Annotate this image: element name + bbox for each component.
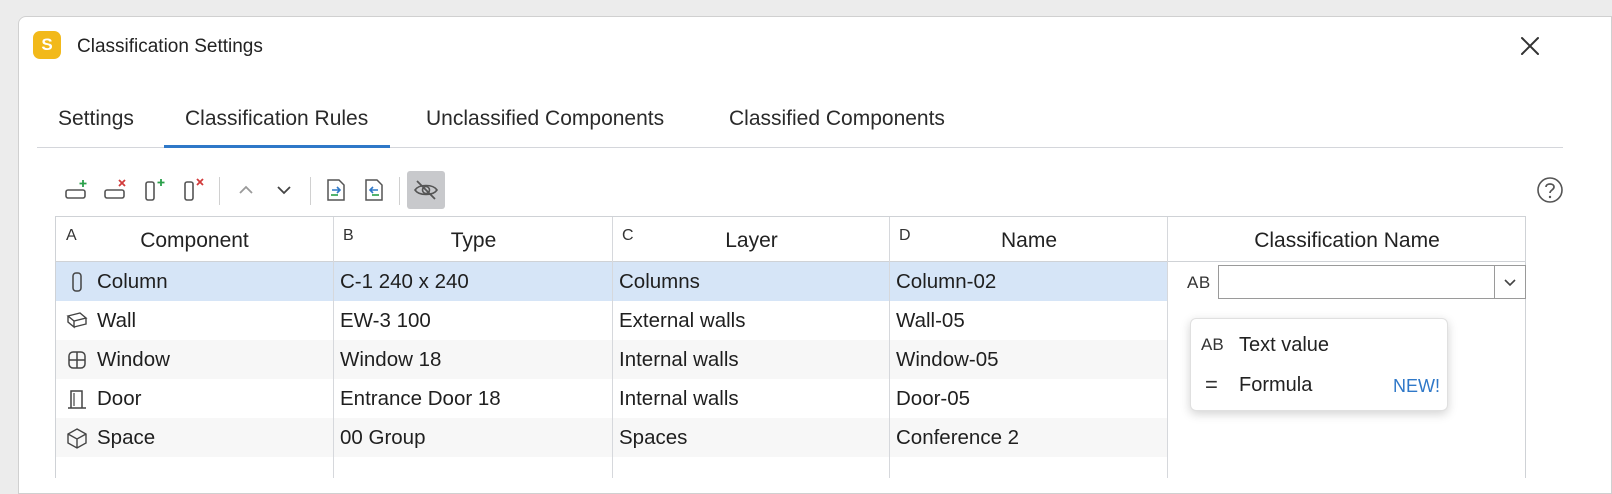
column-divider	[1167, 217, 1168, 478]
add-column-icon	[145, 179, 165, 201]
cell-component: Window	[97, 348, 170, 371]
toolbar-separator	[219, 177, 220, 205]
export-icon	[365, 179, 383, 201]
close-icon	[1521, 37, 1539, 55]
tab-bar: Settings Classification Rules Unclassifi…	[37, 99, 1563, 148]
cell-component: Space	[97, 426, 156, 449]
window-icon	[68, 351, 86, 369]
cell-name: Door-05	[896, 387, 971, 410]
help-icon	[1537, 177, 1563, 203]
table-header: A Component B Type C Layer D Name Classi…	[56, 217, 1525, 262]
hide-icon	[414, 180, 438, 200]
cell-layer: Internal walls	[619, 348, 739, 371]
export-button[interactable]	[355, 171, 393, 209]
move-up-icon	[239, 185, 253, 194]
wall-icon	[66, 312, 88, 329]
classification-type-dropdown-button[interactable]	[1494, 265, 1526, 299]
menu-item-formula[interactable]: = Formula NEW!	[1191, 365, 1447, 405]
menu-item-label: Text value	[1239, 334, 1330, 356]
new-badge: NEW!	[1393, 376, 1440, 396]
cell-layer: Columns	[619, 270, 700, 293]
app-logo-icon: S	[33, 31, 61, 59]
close-button[interactable]	[1515, 31, 1545, 61]
menu-item-text-value[interactable]: AB Text value	[1191, 325, 1447, 365]
toolbar-separator	[310, 177, 311, 205]
cell-name: Conference 2	[896, 426, 1020, 449]
tab-settings[interactable]: Settings	[58, 99, 134, 147]
toolbar	[55, 171, 1565, 211]
toolbar-separator	[399, 177, 400, 205]
cell-type: 00 Group	[340, 426, 426, 449]
hide-toggle-button[interactable]	[407, 171, 445, 209]
menu-item-label: Formula	[1239, 374, 1313, 396]
tab-classification-rules[interactable]: Classification Rules	[163, 99, 391, 148]
column-divider	[889, 217, 890, 478]
cell-layer: Internal walls	[619, 387, 739, 410]
delete-row-icon	[104, 179, 126, 199]
column-divider	[612, 217, 613, 478]
space-icon	[67, 428, 87, 449]
formula-icon: =	[1205, 372, 1218, 397]
title-bar: S Classification Settings	[19, 17, 1611, 77]
tab-unclassified-components[interactable]: Unclassified Components	[426, 99, 664, 147]
column-header-layer[interactable]: Layer	[613, 229, 890, 253]
add-row-icon	[65, 180, 87, 199]
add-column-button[interactable]	[136, 171, 174, 209]
text-value-icon: AB	[1201, 335, 1224, 354]
text-type-icon: AB	[1187, 273, 1211, 292]
chevron-down-icon	[1504, 279, 1516, 287]
cell-type: Entrance Door 18	[340, 387, 501, 410]
add-row-button[interactable]	[58, 171, 96, 209]
cell-type: C-1 240 x 240	[340, 270, 469, 293]
move-down-button[interactable]	[265, 171, 303, 209]
cell-type: Window 18	[340, 348, 442, 371]
column-header-type[interactable]: Type	[334, 229, 613, 253]
delete-column-button[interactable]	[175, 171, 213, 209]
cell-component: Wall	[97, 309, 137, 332]
column-header-classification-name[interactable]: Classification Name	[1168, 229, 1525, 253]
delete-row-button[interactable]	[97, 171, 135, 209]
dialog-title: Classification Settings	[77, 36, 263, 57]
column-divider	[333, 217, 334, 478]
column-header-name[interactable]: Name	[890, 229, 1168, 253]
delete-column-icon	[184, 178, 204, 201]
cell-layer: Spaces	[619, 426, 688, 449]
move-down-icon	[277, 186, 291, 195]
cell-name: Window-05	[896, 348, 999, 371]
cell-type: EW-3 100	[340, 309, 431, 332]
import-icon	[327, 179, 345, 201]
classification-settings-dialog: S Classification Settings Settings Class…	[18, 16, 1612, 494]
column-icon	[72, 272, 82, 292]
classification-name-input[interactable]	[1218, 265, 1495, 299]
classification-name-field: AB	[1180, 265, 1526, 301]
import-button[interactable]	[317, 171, 355, 209]
cell-name: Wall-05	[896, 309, 965, 332]
cell-name: Column-02	[896, 270, 997, 293]
cell-component: Column	[97, 270, 168, 293]
cell-component: Door	[97, 387, 142, 410]
tab-classified-components[interactable]: Classified Components	[729, 99, 945, 147]
cell-layer: External walls	[619, 309, 746, 332]
door-icon	[68, 390, 86, 409]
move-up-button[interactable]	[227, 171, 265, 209]
help-button[interactable]	[1535, 175, 1565, 205]
value-type-menu: AB Text value = Formula NEW!	[1190, 318, 1448, 411]
column-header-component[interactable]: Component	[56, 229, 333, 253]
